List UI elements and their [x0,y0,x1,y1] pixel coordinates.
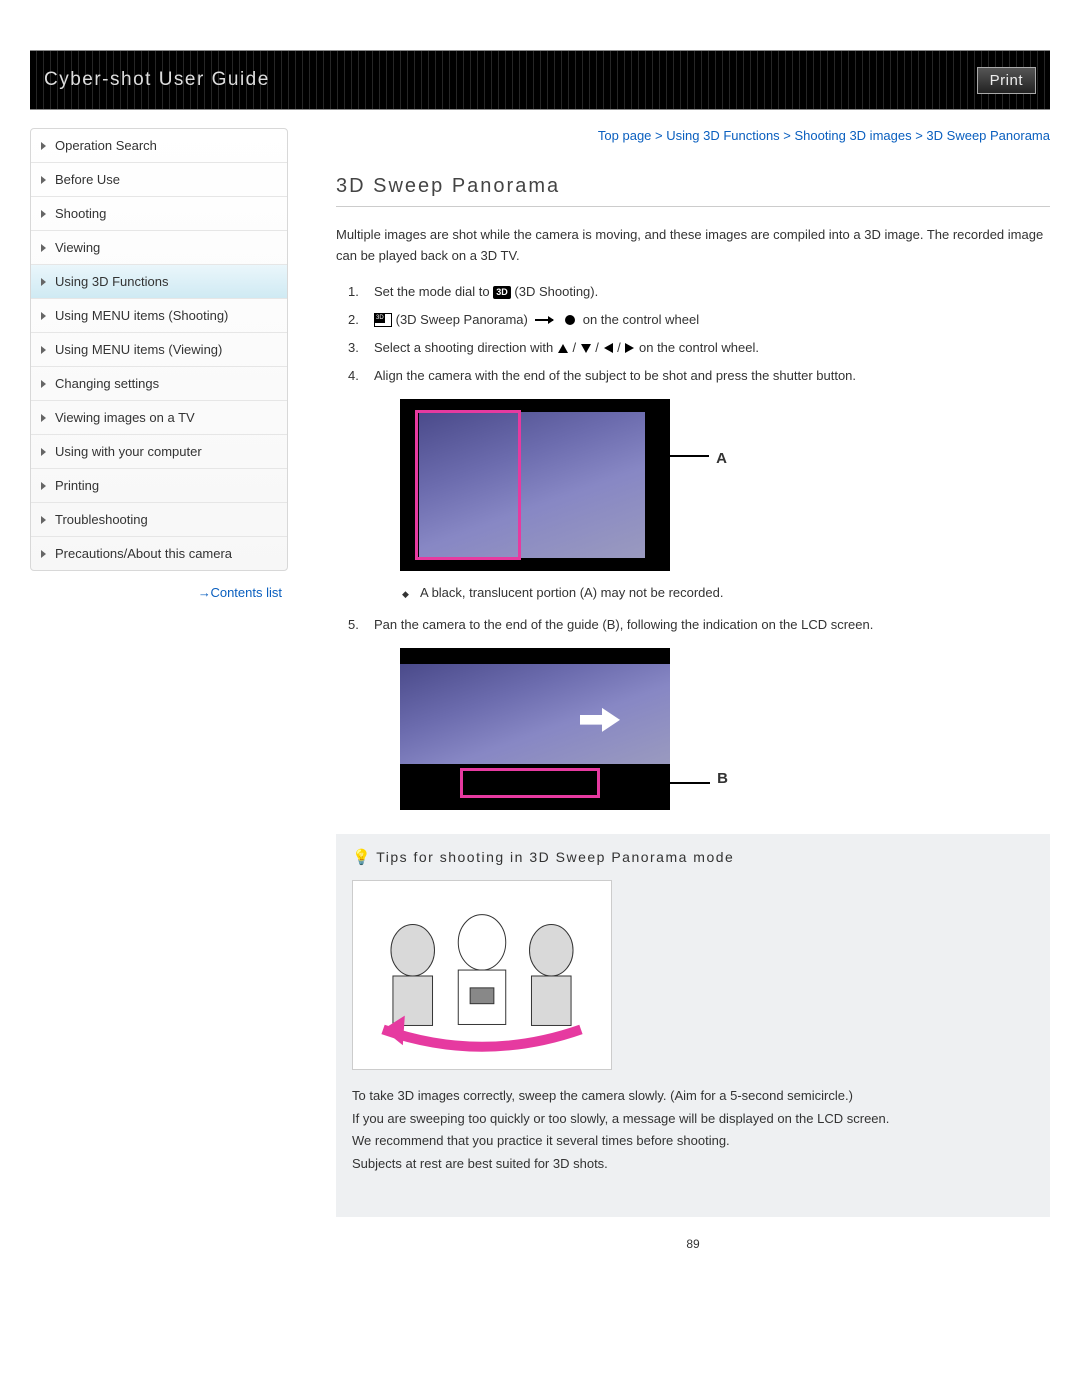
tips-p1: To take 3D images correctly, sweep the c… [352,1086,1034,1107]
tips-title: 💡Tips for shooting in 3D Sweep Panorama … [352,848,1034,866]
step-3: 3. Select a shooting direction with / / … [348,337,1050,359]
triangle-right-icon [625,343,634,353]
step-1-text-b: (3D Shooting). [514,284,598,299]
figure-b: B [400,648,1050,810]
nav-with-computer[interactable]: Using with your computer [31,435,287,469]
step-5: 5. Pan the camera to the end of the guid… [348,614,1050,810]
step-2: 2. (3D Sweep Panorama) on the control wh… [348,309,1050,331]
step-1: 1. Set the mode dial to 3D (3D Shooting)… [348,281,1050,303]
breadcrumb: Top page > Using 3D Functions > Shooting… [336,128,1050,143]
figure-a: A [400,399,1050,571]
nav-viewing-tv[interactable]: Viewing images on a TV [31,401,287,435]
nav-menu-shooting[interactable]: Using MENU items (Shooting) [31,299,287,333]
nav-operation-search[interactable]: Operation Search [31,129,287,163]
steps-list: 1. Set the mode dial to 3D (3D Shooting)… [348,281,1050,810]
nav-precautions[interactable]: Precautions/About this camera [31,537,287,570]
nav-using-3d-functions[interactable]: Using 3D Functions [31,265,287,299]
mode-3d-icon: 3D [493,286,511,299]
crumb-3d-functions[interactable]: Using 3D Functions [666,128,779,143]
tips-box: 💡Tips for shooting in 3D Sweep Panorama … [336,834,1050,1217]
arrow-right-icon [535,319,553,321]
triangle-down-icon [581,344,591,353]
figure-a-image: A [400,399,670,571]
crumb-3d-sweep[interactable]: 3D Sweep Panorama [926,128,1050,143]
figure-a-label: A [716,446,727,472]
page-title: 3D Sweep Panorama [336,175,1050,207]
page-number: 89 [336,1237,1050,1251]
tips-text: To take 3D images correctly, sweep the c… [352,1086,1034,1175]
sweep-panorama-icon [374,313,392,327]
step-4-number: 4. [348,365,359,387]
step-4: 4. Align the camera with the end of the … [348,365,1050,604]
print-button[interactable]: Print [977,67,1036,94]
figure-b-label: B [717,766,728,792]
step-3-text-a: Select a shooting direction with [374,340,553,355]
nav-viewing[interactable]: Viewing [31,231,287,265]
nav-menu-viewing[interactable]: Using MENU items (Viewing) [31,333,287,367]
step-2-text-b: on the control wheel [583,312,699,327]
triangle-up-icon [558,344,568,353]
nav-changing-settings[interactable]: Changing settings [31,367,287,401]
sidebar-nav: Operation Search Before Use Shooting Vie… [30,128,288,571]
tips-p3: We recommend that you practice it severa… [352,1131,1034,1152]
sidebar: Operation Search Before Use Shooting Vie… [30,128,288,1251]
step-4-note: A black, translucent portion (A) may not… [420,583,1050,604]
triangle-left-icon [604,343,613,353]
tips-title-text: Tips for shooting in 3D Sweep Panorama m… [376,849,734,865]
step-1-number: 1. [348,281,359,303]
step-1-text-a: Set the mode dial to [374,284,490,299]
header-bar: Cyber-shot User Guide Print [30,50,1050,110]
step-3-text-b: on the control wheel. [639,340,759,355]
step-4-text: Align the camera with the end of the sub… [374,368,856,383]
center-button-icon [565,315,575,325]
main-content: Top page > Using 3D Functions > Shooting… [288,128,1050,1251]
crumb-shooting-3d[interactable]: Shooting 3D images [795,128,912,143]
tips-p4: Subjects at rest are best suited for 3D … [352,1154,1034,1175]
intro-text: Multiple images are shot while the camer… [336,225,1050,267]
step-3-number: 3. [348,337,359,359]
nav-before-use[interactable]: Before Use [31,163,287,197]
contents-list-link[interactable]: Contents list [30,571,288,600]
tips-p2: If you are sweeping too quickly or too s… [352,1109,1034,1130]
step-2-number: 2. [348,309,359,331]
crumb-top[interactable]: Top page [598,128,652,143]
lightbulb-icon: 💡 [352,849,372,866]
tips-illustration [352,880,612,1070]
step-5-text: Pan the camera to the end of the guide (… [374,617,873,632]
app-title: Cyber-shot User Guide [44,69,270,91]
nav-printing[interactable]: Printing [31,469,287,503]
nav-troubleshooting[interactable]: Troubleshooting [31,503,287,537]
step-2-text-a: (3D Sweep Panorama) [396,312,528,327]
step-5-number: 5. [348,614,359,636]
figure-b-image: B [400,648,670,810]
nav-shooting[interactable]: Shooting [31,197,287,231]
